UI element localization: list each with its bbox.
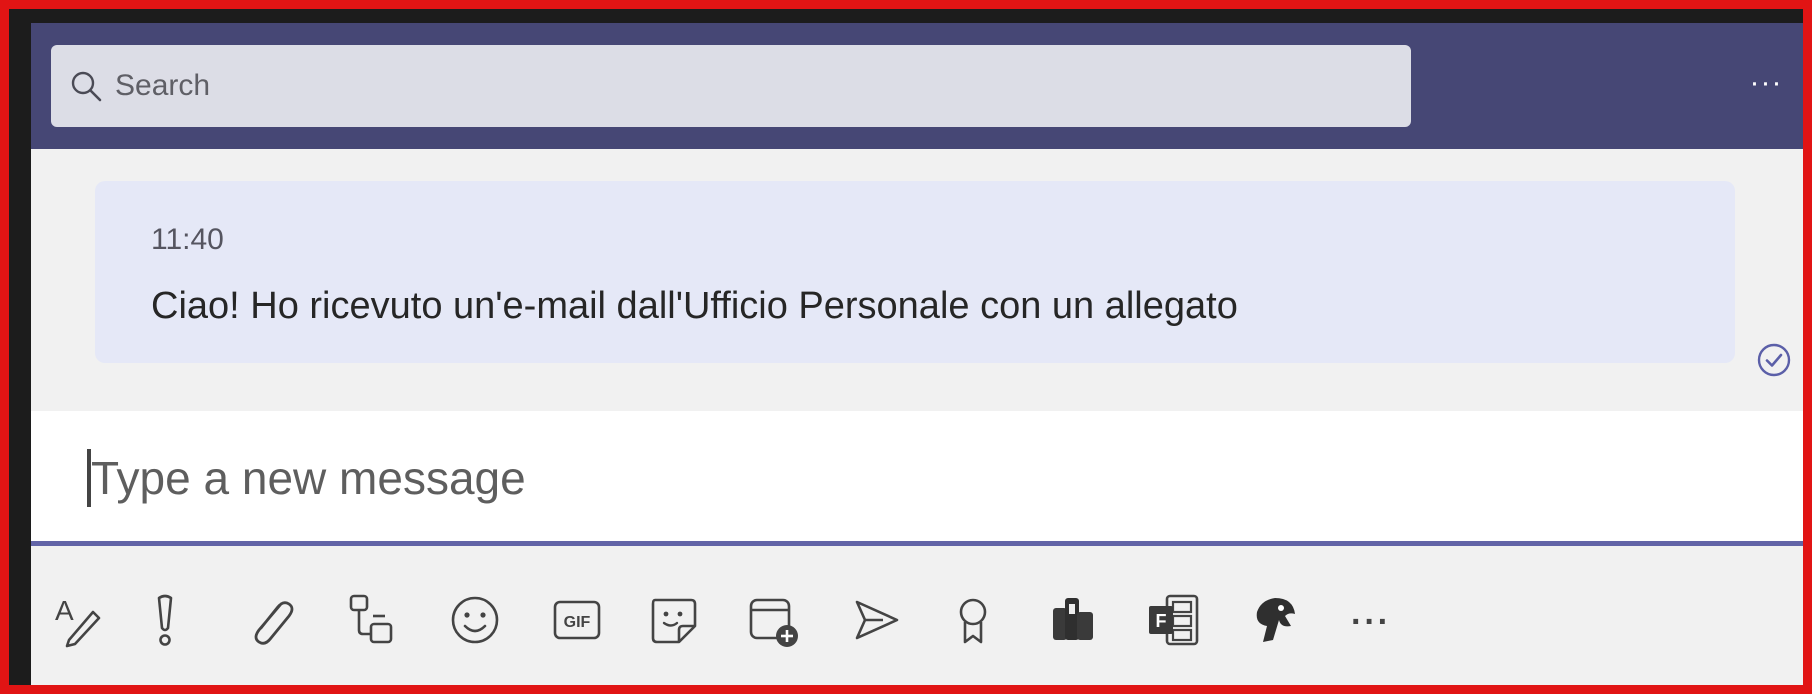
stream-icon [845,590,905,655]
more-options-button[interactable]: ··· [1743,63,1789,103]
message-text: Ciao! Ho ricevuto un'e-mail dall'Ufficio… [151,285,1238,327]
search-input[interactable]: Search [115,69,210,103]
app-parrot-icon [1245,590,1305,655]
schedule-meeting-icon [743,590,803,655]
app-button[interactable] [1037,586,1109,658]
chat-message[interactable]: 11:40 Ciao! Ho ricevuto un'e-mail dall'U… [95,181,1735,363]
praise-icon [943,590,1003,655]
search-icon [69,69,103,103]
emoji-button[interactable] [439,586,511,658]
more-options-icon: ··· [1351,602,1391,641]
attach-icon [241,590,301,655]
chat-window: Search ··· 11:40 Ciao! Ho ricevuto un'e-… [31,23,1803,685]
important-icon [135,590,195,655]
forms-button[interactable]: F [1137,586,1209,658]
format-button[interactable]: A [41,586,113,658]
gif-button[interactable]: GIF [541,586,613,658]
sticker-button[interactable] [637,586,709,658]
attach-button[interactable] [235,586,307,658]
compose-toolbar: A GIF F ··· [31,568,1803,678]
search-box[interactable]: Search [51,45,1411,127]
svg-text:F: F [1156,611,1167,631]
emoji-icon [445,590,505,655]
schedule-meeting-button[interactable] [737,586,809,658]
compose-box[interactable] [31,411,1803,546]
loop-component-button[interactable] [335,586,407,658]
loop-component-icon [341,590,401,655]
header-bar: Search ··· [31,23,1803,149]
screenshot-frame: Search ··· 11:40 Ciao! Ho ricevuto un'e-… [0,0,1812,694]
gif-icon: GIF [547,590,607,655]
parrot-app-button[interactable] [1239,586,1311,658]
more-options-button-toolbar[interactable]: ··· [1335,586,1407,658]
praise-button[interactable] [937,586,1009,658]
important-button[interactable] [129,586,201,658]
gif-label: GIF [564,614,591,631]
sticker-icon [643,590,703,655]
format-icon: A [47,590,107,655]
message-timestamp: 11:40 [151,223,224,256]
message-input[interactable] [89,441,1693,515]
stream-button[interactable] [839,586,911,658]
forms-icon: F [1143,590,1203,655]
read-receipt-icon [1755,341,1793,379]
svg-text:A: A [55,595,74,626]
app-icon [1043,590,1103,655]
